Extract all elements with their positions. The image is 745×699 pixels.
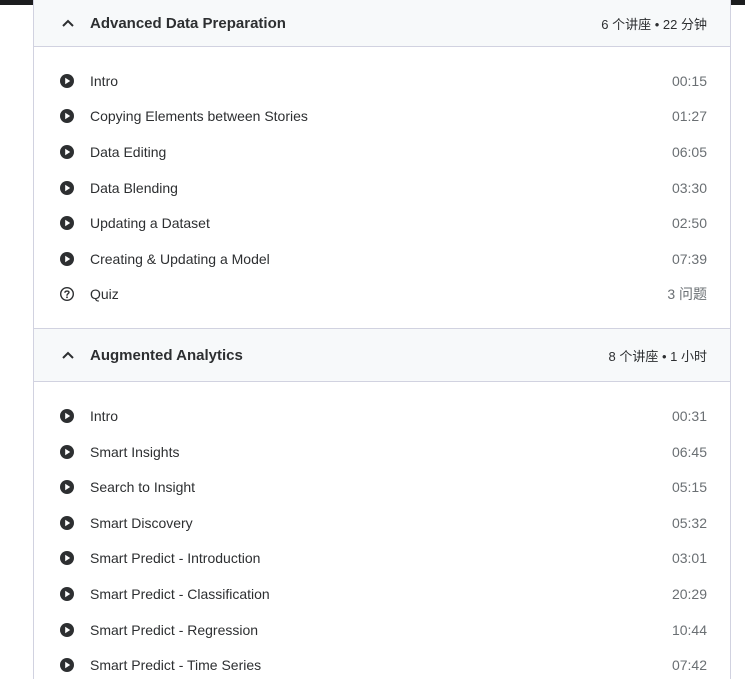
play-circle-icon <box>59 251 75 267</box>
lecture-duration: 05:15 <box>671 479 707 496</box>
lecture-item[interactable]: Creating & Updating a Model 07:39 <box>34 241 730 277</box>
play-circle-icon <box>59 108 75 124</box>
section-title: Augmented Analytics <box>90 346 243 364</box>
lecture-duration: 03:30 <box>671 179 707 196</box>
lecture-item[interactable]: Intro 00:31 <box>34 398 730 434</box>
chevron-up-icon <box>61 16 75 30</box>
section-meta: 8 个讲座 • 1 小时 <box>608 348 707 364</box>
lecture-title: Quiz <box>90 286 119 303</box>
play-circle-icon <box>59 515 75 531</box>
lecture-title: Smart Predict - Time Series <box>90 657 262 674</box>
lecture-item[interactable]: Intro 00:15 <box>34 63 730 99</box>
lecture-title: Creating & Updating a Model <box>90 250 270 267</box>
lecture-item[interactable]: Updating a Dataset 02:50 <box>34 205 730 241</box>
lecture-duration: 20:29 <box>671 585 707 602</box>
lecture-list: Intro 00:31 Smart Insights 06:45 Search to I… <box>34 382 730 699</box>
curriculum-panel: Advanced Data Preparation 6 个讲座 • 22 分钟 … <box>33 0 731 679</box>
lecture-title: Intro <box>90 407 119 424</box>
lecture-item[interactable]: Copying Elements between Stories 01:27 <box>34 99 730 135</box>
lecture-item[interactable]: Data Editing 06:05 <box>34 134 730 170</box>
lecture-item[interactable]: Smart Predict - Regression 10:44 <box>34 612 730 648</box>
lecture-duration: 02:50 <box>671 215 707 232</box>
lecture-item[interactable]: Search to Insight 05:15 <box>34 469 730 505</box>
lecture-duration: 10:44 <box>671 621 707 638</box>
question-circle-icon <box>59 286 75 302</box>
lecture-duration: 07:39 <box>671 250 707 267</box>
lecture-item[interactable]: Data Blending 03:30 <box>34 170 730 206</box>
play-circle-icon <box>59 73 75 89</box>
play-circle-icon <box>59 215 75 231</box>
lecture-item[interactable]: Smart Discovery 05:32 <box>34 505 730 541</box>
play-circle-icon <box>59 408 75 424</box>
lecture-duration: 00:15 <box>671 72 707 89</box>
question-count: 3 问题 <box>667 286 707 303</box>
lecture-title: Smart Discovery <box>90 514 193 531</box>
section-title: Advanced Data Preparation <box>90 14 286 32</box>
lecture-duration: 06:45 <box>671 443 707 460</box>
section-meta: 6 个讲座 • 22 分钟 <box>601 16 707 32</box>
lecture-item[interactable]: Smart Predict - Time Series 07:42 <box>34 647 730 683</box>
lecture-title: Smart Predict - Classification <box>90 585 270 602</box>
section-header-augmented-analytics[interactable]: Augmented Analytics 8 个讲座 • 1 小时 <box>34 328 730 383</box>
play-circle-icon <box>59 479 75 495</box>
chevron-up-icon <box>61 348 75 362</box>
lecture-title: Copying Elements between Stories <box>90 108 308 125</box>
lecture-duration: 01:27 <box>671 108 707 125</box>
section-header-advanced-data-preparation[interactable]: Advanced Data Preparation 6 个讲座 • 22 分钟 <box>34 0 730 47</box>
lecture-title: Updating a Dataset <box>90 215 210 232</box>
lecture-title: Data Editing <box>90 143 167 160</box>
lecture-duration: 05:32 <box>671 514 707 531</box>
lecture-title: Search to Insight <box>90 479 196 496</box>
play-circle-icon <box>59 622 75 638</box>
lecture-title: Intro <box>90 72 119 89</box>
lecture-duration: 00:31 <box>671 407 707 424</box>
play-circle-icon <box>59 144 75 160</box>
lecture-duration: 03:01 <box>671 550 707 567</box>
lecture-item[interactable]: Smart Insights 06:45 <box>34 434 730 470</box>
lecture-title: Smart Insights <box>90 443 180 460</box>
quiz-item[interactable]: Quiz 3 问题 <box>34 277 730 313</box>
lecture-title: Smart Predict - Introduction <box>90 550 261 567</box>
play-circle-icon <box>59 550 75 566</box>
lecture-item[interactable]: Smart Predict - Classification 20:29 <box>34 576 730 612</box>
play-circle-icon <box>59 444 75 460</box>
lecture-item[interactable]: Smart Predict - Introduction 03:01 <box>34 541 730 577</box>
lecture-title: Smart Predict - Regression <box>90 621 259 638</box>
play-circle-icon <box>59 657 75 673</box>
lecture-duration: 06:05 <box>671 143 707 160</box>
lecture-duration: 07:42 <box>671 657 707 674</box>
lecture-title: Data Blending <box>90 179 178 196</box>
play-circle-icon <box>59 586 75 602</box>
play-circle-icon <box>59 180 75 196</box>
lecture-list: Intro 00:15 Copying Elements between Stori… <box>34 47 730 328</box>
